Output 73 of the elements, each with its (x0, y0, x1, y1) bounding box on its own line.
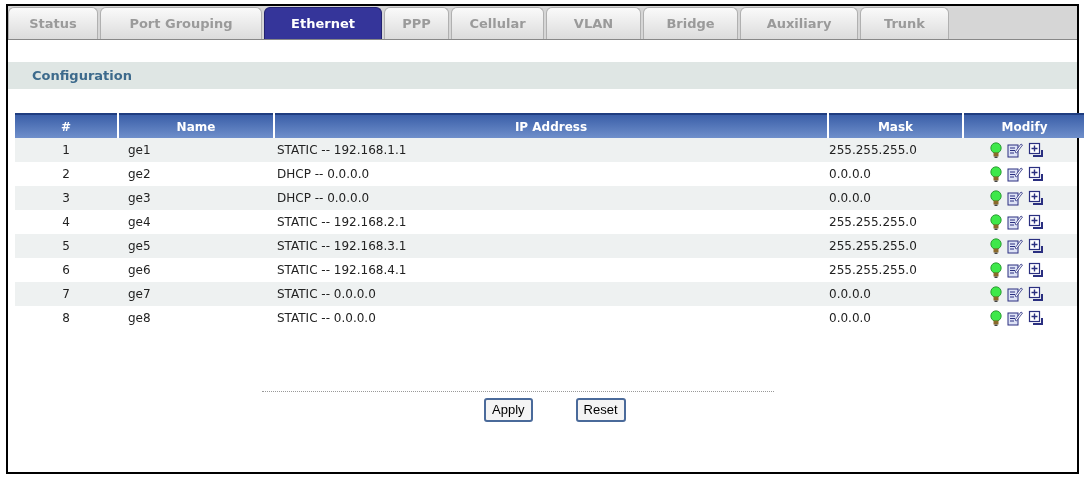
edit-icon[interactable] (1006, 310, 1023, 326)
table-cell: 0.0.0.0 (829, 191, 871, 205)
edit-icon[interactable] (1006, 238, 1023, 254)
lightbulb-icon[interactable] (989, 237, 1002, 255)
table-cell: DHCP -- 0.0.0.0 (277, 191, 370, 205)
lightbulb-icon[interactable] (989, 213, 1002, 231)
table-cell: 0.0.0.0 (829, 287, 871, 301)
tab[interactable]: Bridge (643, 7, 738, 39)
edit-icon[interactable] (1006, 166, 1023, 182)
table-cell: ge2 (128, 167, 151, 181)
column-header: IP Address (275, 113, 827, 138)
tab[interactable]: Auxiliary (740, 7, 858, 39)
add-icon[interactable] (1027, 286, 1044, 302)
table-cell: ge4 (128, 215, 151, 229)
add-icon[interactable] (1027, 238, 1044, 254)
table-cell: 255.255.255.0 (829, 143, 917, 157)
lightbulb-icon[interactable] (989, 261, 1002, 279)
add-icon[interactable] (1027, 214, 1044, 230)
table-cell: 3 (62, 191, 70, 205)
table-cell: STATIC -- 192.168.1.1 (277, 143, 407, 157)
table-cell: ge7 (128, 287, 151, 301)
add-icon[interactable] (1027, 142, 1044, 158)
column-header: Modify (964, 113, 1084, 138)
edit-icon[interactable] (1006, 262, 1023, 278)
table-cell: STATIC -- 192.168.2.1 (277, 215, 407, 229)
lightbulb-icon[interactable] (989, 165, 1002, 183)
table-cell: 255.255.255.0 (829, 239, 917, 253)
table-cell: 2 (62, 167, 70, 181)
table-cell: ge8 (128, 311, 151, 325)
tab[interactable]: Status (8, 7, 98, 39)
table-cell: STATIC -- 192.168.4.1 (277, 263, 407, 277)
table-cell: 7 (62, 287, 70, 301)
table-cell: ge1 (128, 143, 151, 157)
edit-icon[interactable] (1006, 214, 1023, 230)
column-header: Name (119, 113, 273, 138)
lightbulb-icon[interactable] (989, 309, 1002, 327)
table-cell: STATIC -- 0.0.0.0 (277, 311, 376, 325)
lightbulb-icon[interactable] (989, 285, 1002, 303)
add-icon[interactable] (1027, 190, 1044, 206)
table-cell: ge5 (128, 239, 151, 253)
table-cell: 4 (62, 215, 70, 229)
tab[interactable]: Ethernet (264, 7, 382, 39)
lightbulb-icon[interactable] (989, 141, 1002, 159)
table-cell: 0.0.0.0 (829, 167, 871, 181)
table-cell: 8 (62, 311, 70, 325)
table-cell: STATIC -- 192.168.3.1 (277, 239, 407, 253)
table-cell: 5 (62, 239, 70, 253)
section-title: Configuration (32, 66, 132, 85)
reset-button[interactable]: Reset (575, 398, 626, 422)
column-header: Mask (829, 113, 962, 138)
edit-icon[interactable] (1006, 286, 1023, 302)
tab[interactable]: Port Grouping (100, 7, 262, 39)
add-icon[interactable] (1027, 166, 1044, 182)
lightbulb-icon[interactable] (989, 189, 1002, 207)
edit-icon[interactable] (1006, 142, 1023, 158)
table-cell: 255.255.255.0 (829, 215, 917, 229)
edit-icon[interactable] (1006, 190, 1023, 206)
table-cell: STATIC -- 0.0.0.0 (277, 287, 376, 301)
table-cell: 6 (62, 263, 70, 277)
tab[interactable]: Trunk (860, 7, 949, 39)
add-icon[interactable] (1027, 262, 1044, 278)
tab[interactable]: PPP (384, 7, 449, 39)
table-cell: 0.0.0.0 (829, 311, 871, 325)
table-cell: ge6 (128, 263, 151, 277)
tab[interactable]: Cellular (451, 7, 544, 39)
table-cell: DHCP -- 0.0.0.0 (277, 167, 370, 181)
apply-button[interactable]: Apply (484, 398, 533, 422)
table-cell: 1 (62, 143, 70, 157)
column-header: # (15, 113, 117, 138)
add-icon[interactable] (1027, 310, 1044, 326)
table-cell: 255.255.255.0 (829, 263, 917, 277)
tab[interactable]: VLAN (546, 7, 641, 39)
table-cell: ge3 (128, 191, 151, 205)
